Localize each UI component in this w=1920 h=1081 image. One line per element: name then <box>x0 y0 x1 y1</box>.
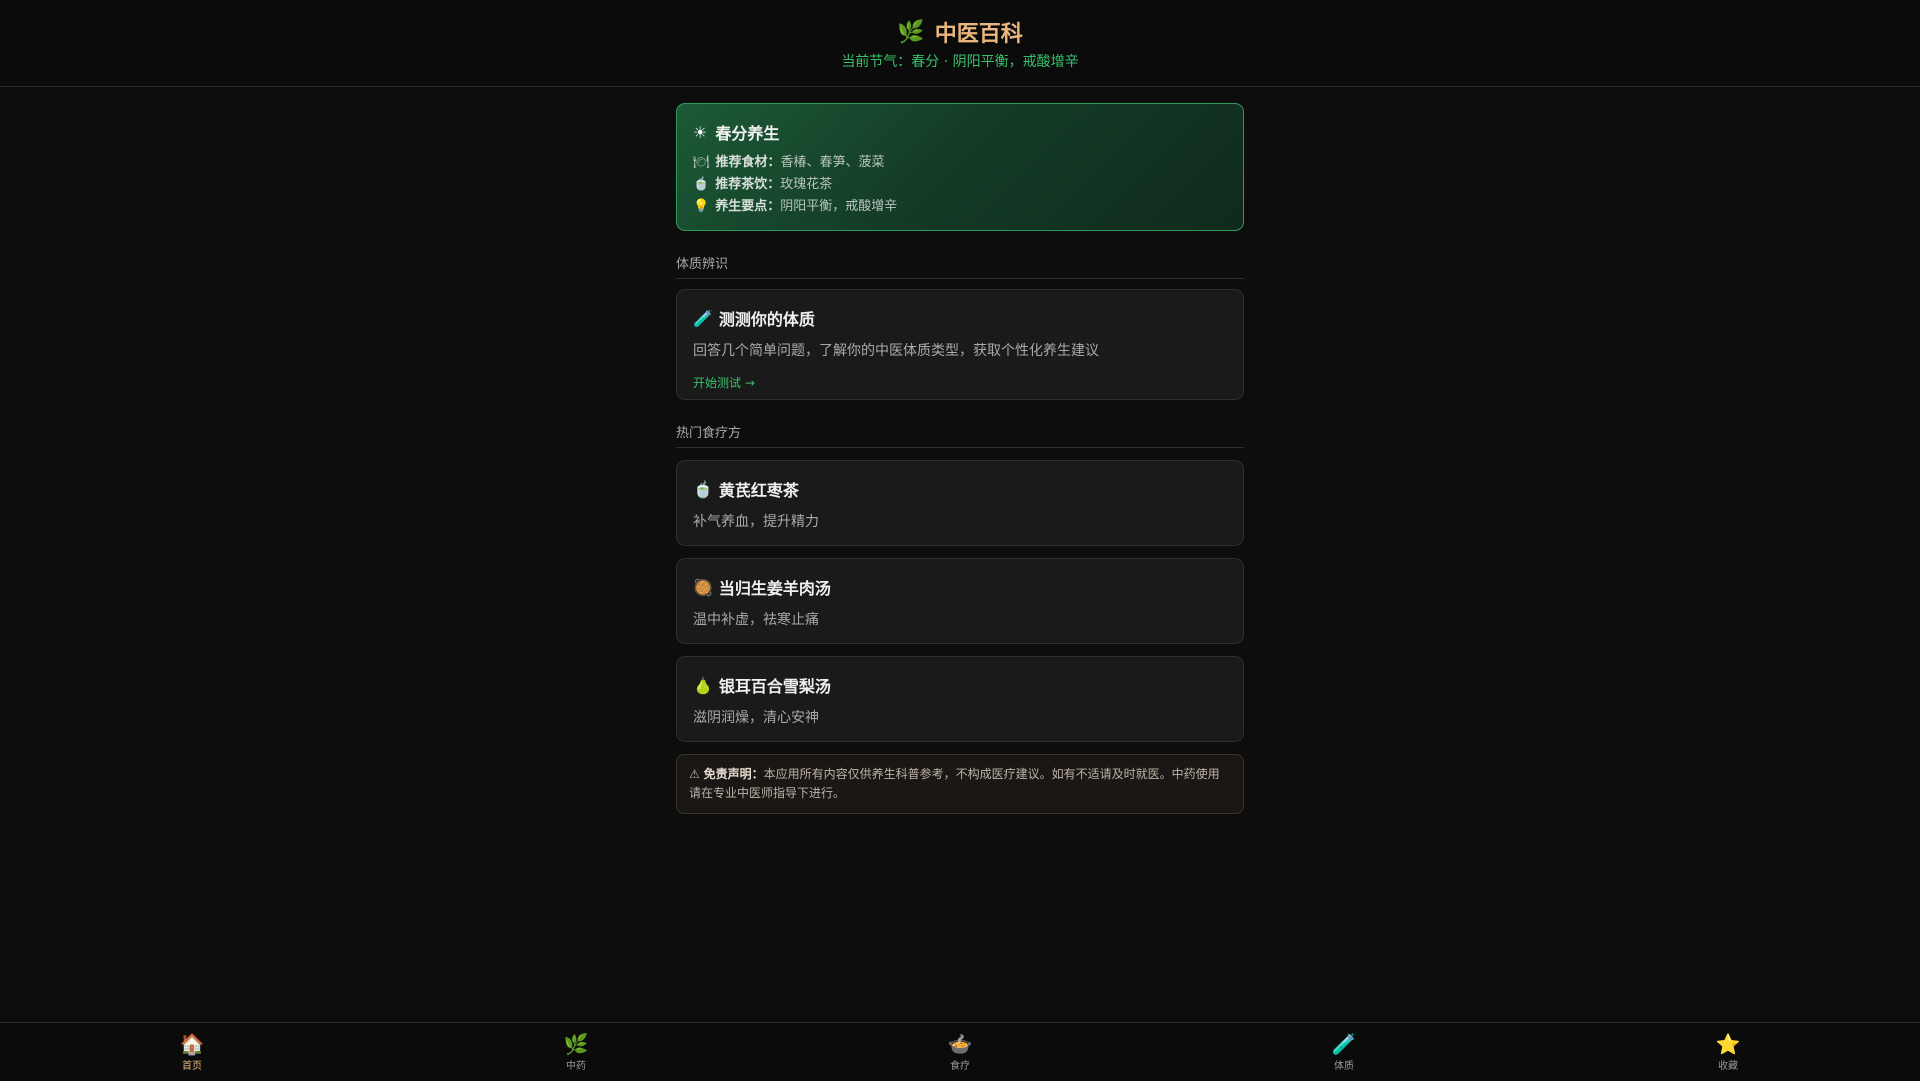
app-title: 🌿 中医百科 <box>0 16 1920 48</box>
app-header: 🌿 中医百科 当前节气：春分 · 阴阳平衡，戒酸增辛 <box>0 0 1920 87</box>
disclaimer-text: 本应用所有内容仅供养生科普参考，不构成医疗建议。如有不适请及时就医。中药使用请在… <box>689 767 1220 800</box>
season-title-text: 春分养生 <box>715 124 780 143</box>
stew-pot-icon: 🥘 <box>693 577 713 597</box>
quiz-card-title: 🧪 测测你的体质 <box>693 306 1227 330</box>
tea-icon: 🍵 <box>693 479 713 499</box>
pot-icon: 🍲 <box>947 1031 973 1056</box>
herb-leaf-icon: 🌿 <box>563 1031 589 1056</box>
disclaimer-box: ⚠ 免责声明：本应用所有内容仅供养生科普参考，不构成医疗建议。如有不适请及时就医… <box>676 754 1244 814</box>
season-card-title: ☀ 春分养生 <box>693 120 1227 144</box>
season-item-tips: 💡 养生要点： 阴阳平衡，戒酸增辛 <box>693 196 1227 218</box>
nav-label: 首页 <box>182 1060 202 1072</box>
recipe-description: 补气养血，提升精力 <box>693 514 819 530</box>
sun-icon: ☀ <box>693 122 708 142</box>
plate-icon: 🍽 <box>693 155 710 170</box>
constitution-quiz-card[interactable]: 🧪 测测你的体质 回答几个简单问题，了解你的中医体质类型，获取个性化养生建议 开… <box>676 289 1244 400</box>
warning-icon: ⚠ <box>689 767 700 781</box>
season-wellness-card[interactable]: ☀ 春分养生 🍽 推荐食材： 香椿、春笋、菠菜 🍵 推荐茶饮： 玫瑰花茶 💡 养… <box>676 103 1244 231</box>
star-icon: ⭐ <box>1715 1031 1741 1056</box>
nav-label: 体质 <box>1334 1060 1354 1072</box>
main-content: ☀ 春分养生 🍽 推荐食材： 香椿、春笋、菠菜 🍵 推荐茶饮： 玫瑰花茶 💡 养… <box>676 103 1244 814</box>
recipe-card-title: 🍵 黄芪红枣茶 <box>693 477 1227 501</box>
start-test-link[interactable]: 开始测试 → <box>693 374 755 391</box>
season-item-label: 养生要点： <box>715 199 781 214</box>
season-item-value: 玫瑰花茶 <box>780 177 833 192</box>
tea-icon: 🍵 <box>693 177 710 192</box>
nav-item-constitution[interactable]: 🧪 体质 <box>1152 1023 1536 1081</box>
recipe-title-text: 银耳百合雪梨汤 <box>718 677 831 696</box>
recipe-card-title: 🥘 当归生姜羊肉汤 <box>693 575 1227 599</box>
recipe-card[interactable]: 🍐 银耳百合雪梨汤 滋阴润燥，清心安神 <box>676 656 1244 742</box>
bottom-nav: 🏠 首页 🌿 中药 🍲 食疗 🧪 体质 ⭐ 收藏 <box>0 1022 1920 1081</box>
recipe-description: 滋阴润燥，清心安神 <box>693 710 819 726</box>
section-heading-recipes: 热门食疗方 <box>676 422 1244 448</box>
solar-term-subtitle: 当前节气：春分 · 阴阳平衡，戒酸增辛 <box>841 54 1079 70</box>
app-title-text: 中医百科 <box>934 22 1023 47</box>
recipe-card-title: 🍐 银耳百合雪梨汤 <box>693 673 1227 697</box>
season-item-food: 🍽 推荐食材： 香椿、春笋、菠菜 <box>693 152 1227 174</box>
season-item-label: 推荐茶饮： <box>715 177 781 192</box>
lightbulb-icon: 💡 <box>693 199 710 214</box>
nav-label: 收藏 <box>1718 1060 1738 1072</box>
season-item-label: 推荐食材： <box>715 155 781 170</box>
nav-label: 中药 <box>566 1060 586 1072</box>
quiz-title-text: 测测你的体质 <box>718 310 815 329</box>
recipe-title-text: 当归生姜羊肉汤 <box>718 579 831 598</box>
recipe-description: 温中补虚，祛寒止痛 <box>693 612 819 628</box>
season-item-value: 香椿、春笋、菠菜 <box>780 155 885 170</box>
quiz-card-description: 回答几个简单问题，了解你的中医体质类型，获取个性化养生建议 <box>693 343 1099 359</box>
nav-label: 食疗 <box>950 1060 970 1072</box>
pear-icon: 🍐 <box>693 675 713 695</box>
leaf-icon: 🌿 <box>897 19 925 45</box>
disclaimer-label: 免责声明： <box>703 767 764 781</box>
recipe-title-text: 黄芪红枣茶 <box>718 481 799 500</box>
nav-item-herbs[interactable]: 🌿 中药 <box>384 1023 768 1081</box>
recipe-card[interactable]: 🍵 黄芪红枣茶 补气养血，提升精力 <box>676 460 1244 546</box>
nav-item-home[interactable]: 🏠 首页 <box>0 1023 384 1081</box>
season-item-tea: 🍵 推荐茶饮： 玫瑰花茶 <box>693 174 1227 196</box>
season-item-value: 阴阳平衡，戒酸增辛 <box>780 199 898 214</box>
test-tube-icon: 🧪 <box>1331 1031 1357 1056</box>
home-icon: 🏠 <box>179 1031 205 1056</box>
recipe-card[interactable]: 🥘 当归生姜羊肉汤 温中补虚，祛寒止痛 <box>676 558 1244 644</box>
nav-item-diet[interactable]: 🍲 食疗 <box>768 1023 1152 1081</box>
test-tube-icon: 🧪 <box>693 308 713 328</box>
nav-item-favorites[interactable]: ⭐ 收藏 <box>1536 1023 1920 1081</box>
section-heading-constitution: 体质辨识 <box>676 253 1244 279</box>
